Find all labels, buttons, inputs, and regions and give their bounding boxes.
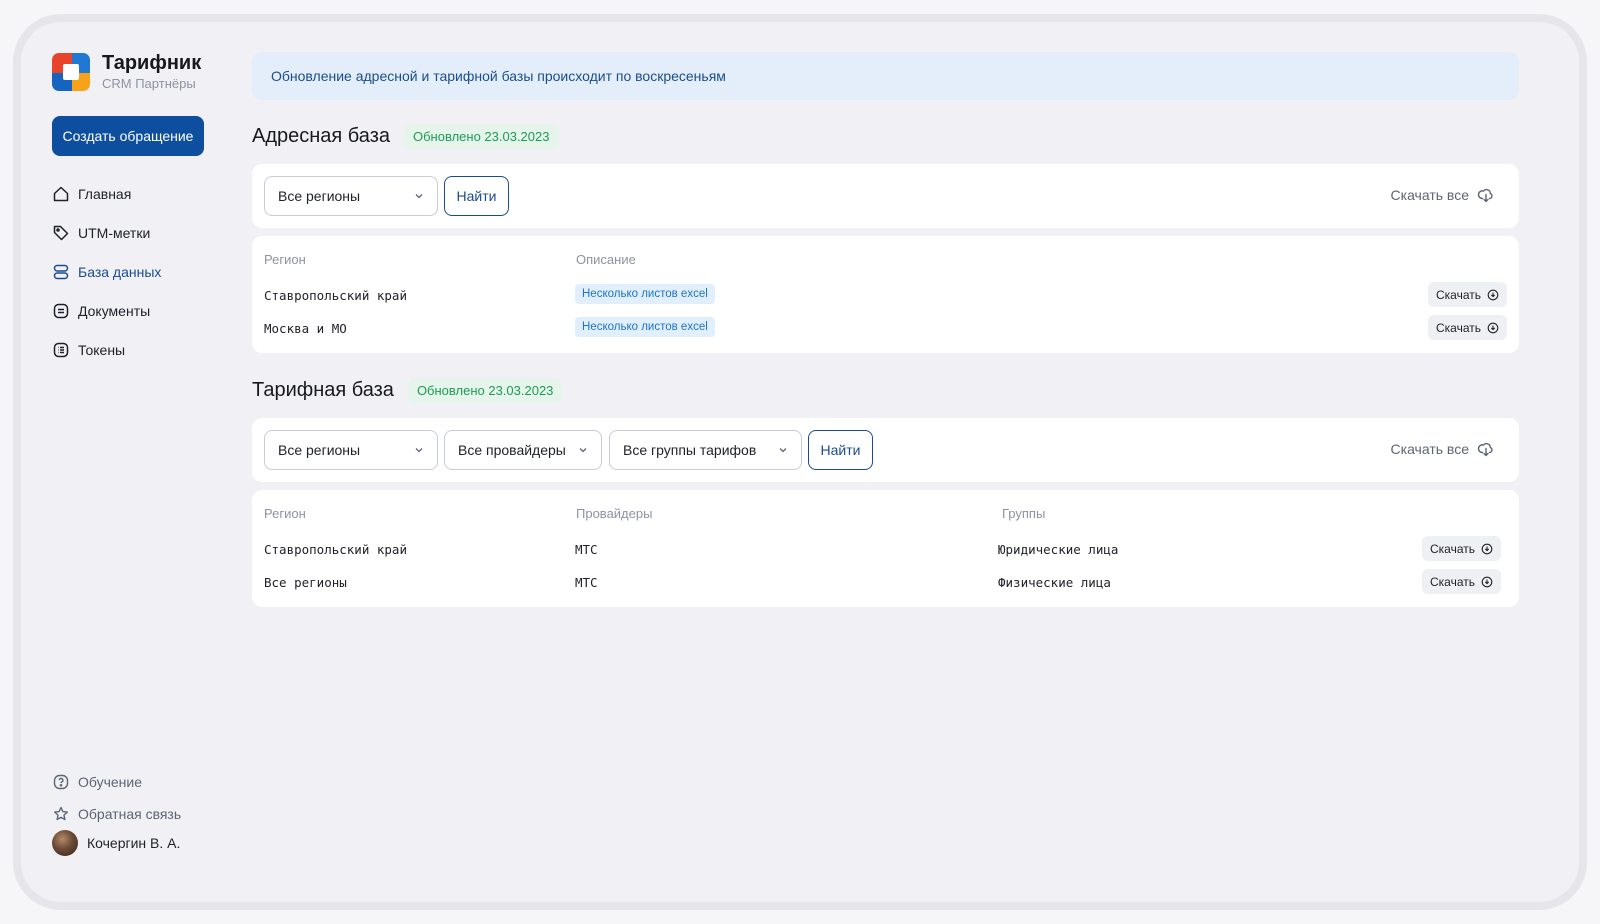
home-icon — [52, 185, 70, 203]
cloud-download-icon — [1477, 442, 1493, 457]
cell-provider: МТС — [575, 575, 598, 590]
column-header: Группы — [1002, 506, 1046, 521]
sidebar-item-tokens[interactable]: Токены — [52, 330, 161, 369]
tariff-base-header: Тарифная база Обновлено 23.03.2023 — [252, 378, 563, 403]
cloud-download-icon — [1477, 188, 1493, 203]
region-select[interactable]: Все регионы — [264, 430, 438, 470]
region-select[interactable]: Все регионы — [264, 176, 438, 216]
column-header: Описание — [576, 252, 636, 267]
logo-icon — [52, 53, 90, 91]
download-label: Скачать — [1436, 320, 1481, 335]
download-button[interactable]: Скачать — [1428, 315, 1507, 340]
sidebar-item-learning[interactable]: Обучение — [52, 766, 181, 798]
cell-group: Физические лица — [998, 575, 1111, 590]
sidebar-item-documents[interactable]: Документы — [52, 291, 161, 330]
tag-icon — [52, 224, 70, 242]
create-request-button[interactable]: Создать обращение — [52, 116, 204, 156]
sidebar-item-label: Обучение — [78, 774, 143, 790]
sidebar-bottom-nav: Обучение Обратная связь — [52, 766, 181, 830]
address-table: Регион Описание Ставропольский край Неск… — [252, 236, 1519, 353]
avatar — [52, 830, 78, 856]
download-all-button[interactable]: Скачать все — [1391, 440, 1495, 458]
sidebar-item-label: UTM-метки — [78, 224, 151, 241]
column-header: Провайдеры — [576, 506, 653, 521]
section-title: Адресная база — [252, 125, 390, 147]
sidebar-nav: Главная UTM-метки База данных Документы … — [52, 174, 161, 369]
banner-text: Обновление адресной и тарифной базы прои… — [271, 68, 726, 84]
download-button[interactable]: Скачать — [1422, 536, 1501, 561]
cell-region: Москва и МО — [264, 321, 347, 336]
star-icon — [52, 805, 70, 823]
select-value: Все группы тарифов — [623, 442, 757, 458]
tariff-filter-bar: Все регионы Все провайдеры Все группы та… — [252, 418, 1519, 482]
database-icon — [52, 263, 70, 281]
select-value: Все провайдеры — [458, 442, 566, 458]
find-button[interactable]: Найти — [808, 430, 873, 470]
sidebar-item-label: Документы — [78, 302, 151, 319]
sidebar-item-home[interactable]: Главная — [52, 174, 161, 213]
help-circle-icon — [52, 773, 70, 791]
chevron-down-icon — [579, 448, 587, 453]
find-button[interactable]: Найти — [444, 176, 509, 216]
download-label: Скачать — [1430, 574, 1475, 589]
download-label: Скачать — [1430, 541, 1475, 556]
cell-provider: МТС — [575, 542, 598, 557]
column-header: Регион — [264, 506, 306, 521]
sidebar-item-utm[interactable]: UTM-метки — [52, 213, 161, 252]
download-icon — [1481, 543, 1493, 554]
cell-region: Все регионы — [264, 575, 347, 590]
cell-region: Ставропольский край — [264, 542, 407, 557]
user-profile[interactable]: Кочергин В. А. — [52, 830, 180, 856]
download-all-button[interactable]: Скачать все — [1391, 186, 1495, 204]
list-icon — [52, 341, 70, 359]
user-name: Кочергин В. А. — [87, 835, 181, 851]
download-button[interactable]: Скачать — [1422, 569, 1501, 594]
document-icon — [52, 302, 70, 320]
section-title: Тарифная база — [252, 379, 394, 401]
sidebar-item-database[interactable]: База данных — [52, 252, 161, 291]
app-window: Тарифник CRM Партнёры Создать обращение … — [21, 22, 1579, 902]
sidebar-item-label: База данных — [78, 263, 162, 280]
address-filter-bar: Все регионы Найти Скачать все — [252, 164, 1519, 228]
download-label: Скачать — [1436, 287, 1481, 302]
description-tag: Несколько листов excel — [575, 284, 715, 304]
updated-badge: Обновлено 23.03.2023 — [407, 378, 563, 403]
info-banner: Обновление адресной и тарифной базы прои… — [252, 52, 1519, 100]
download-all-label: Скачать все — [1390, 441, 1469, 457]
device-frame: Тарифник CRM Партнёры Создать обращение … — [13, 14, 1587, 910]
chevron-down-icon — [415, 448, 423, 453]
sidebar-item-feedback[interactable]: Обратная связь — [52, 798, 181, 830]
download-icon — [1487, 322, 1499, 333]
cell-group: Юридические лица — [998, 542, 1119, 557]
download-icon — [1481, 576, 1493, 587]
column-header: Регион — [264, 252, 306, 267]
cell-region: Ставропольский край — [264, 288, 407, 303]
chevron-down-icon — [415, 194, 423, 199]
tariff-table: Регион Провайдеры Группы Ставропольский … — [252, 490, 1519, 607]
chevron-down-icon — [779, 448, 787, 453]
download-icon — [1487, 289, 1499, 300]
brand-title: Тарифник — [102, 52, 202, 74]
tariff-group-select[interactable]: Все группы тарифов — [609, 430, 802, 470]
sidebar-item-label: Токены — [78, 341, 126, 358]
brand-logo[interactable]: Тарифник CRM Партнёры — [52, 52, 201, 92]
select-value: Все регионы — [278, 442, 361, 458]
address-base-header: Адресная база Обновлено 23.03.2023 — [252, 124, 559, 149]
description-tag: Несколько листов excel — [575, 317, 715, 337]
sidebar-item-label: Обратная связь — [78, 806, 182, 822]
sidebar-item-label: Главная — [78, 185, 132, 202]
brand-subtitle: CRM Партнёры — [102, 76, 196, 91]
download-button[interactable]: Скачать — [1428, 282, 1507, 307]
provider-select[interactable]: Все провайдеры — [444, 430, 602, 470]
select-value: Все регионы — [278, 188, 361, 204]
download-all-label: Скачать все — [1390, 187, 1469, 203]
updated-badge: Обновлено 23.03.2023 — [404, 124, 559, 149]
